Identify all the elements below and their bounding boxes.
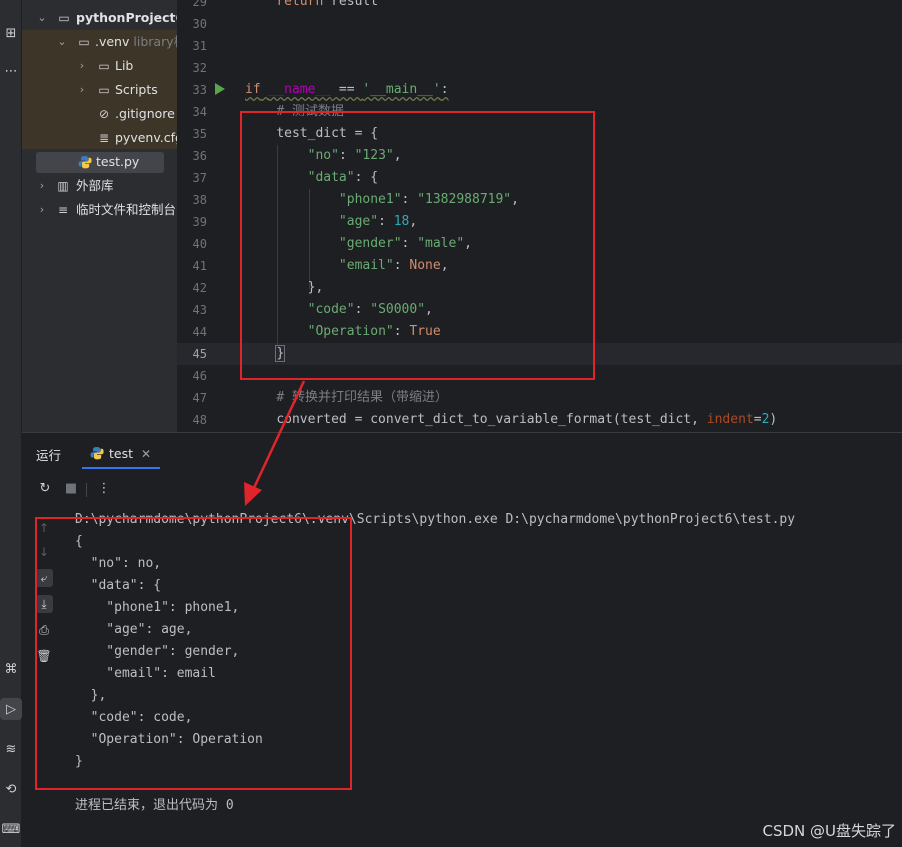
watermark: CSDN @U盘失踪了	[762, 822, 896, 840]
annotation-arrow	[244, 380, 306, 506]
